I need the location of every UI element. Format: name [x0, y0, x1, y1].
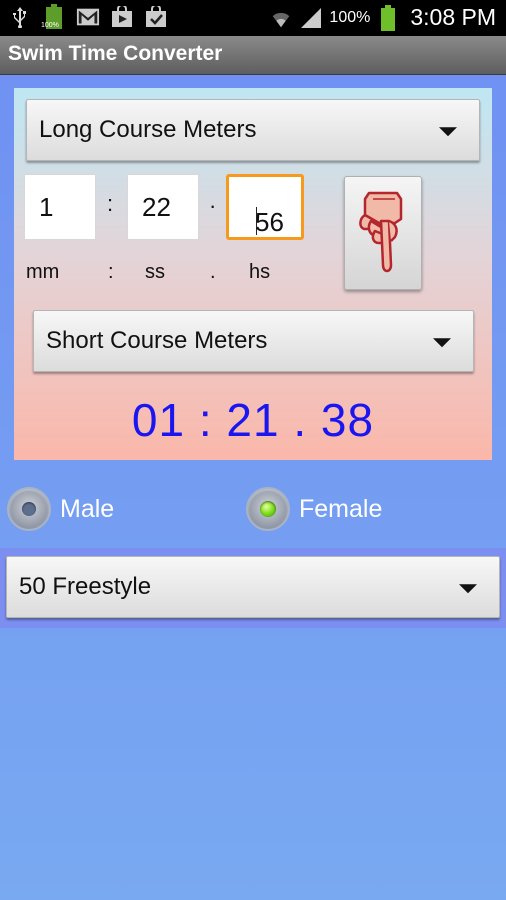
gmail-icon — [76, 5, 100, 29]
converted-time: 01 : 21 . 38 — [131, 394, 375, 446]
hundredths-input[interactable]: 56 — [226, 174, 304, 240]
wifi-icon — [269, 6, 293, 30]
battery-full-icon: 100% — [41, 4, 66, 29]
unit-label-mm: mm — [26, 261, 60, 283]
unit-label-ss: ss — [145, 261, 165, 283]
minutes-value: 1 — [39, 192, 54, 222]
seconds-input[interactable]: 22 — [127, 174, 199, 240]
pointing-hand-down-icon — [359, 191, 403, 273]
to-course-spinner[interactable]: Short Course Meters — [33, 310, 474, 372]
clock: 3:08 PM — [410, 4, 496, 30]
text-caret — [256, 207, 257, 235]
status-bar: 100% 100% 3:08 PM — [0, 0, 506, 36]
female-radio[interactable]: Female — [246, 487, 382, 531]
converter-panel: Long Course Meters 1 : 22 · 56 mm : ss .… — [14, 88, 492, 460]
battery-icon — [376, 4, 400, 31]
unit-label-colon: : — [108, 261, 114, 283]
usb-icon — [8, 5, 32, 29]
male-radio[interactable]: Male — [7, 487, 114, 531]
hundredths-value: 56 — [255, 207, 284, 237]
unit-label-dot: . — [210, 261, 216, 283]
gender-radio-group: Male Female — [0, 485, 506, 541]
app-title: Swim Time Converter — [8, 42, 223, 65]
event-spinner[interactable]: 50 Freestyle — [6, 556, 500, 618]
play-store-icon — [110, 5, 134, 29]
battery-percent: 100% — [329, 8, 371, 26]
event-spinner-container: 50 Freestyle — [0, 548, 506, 628]
male-label: Male — [60, 494, 115, 523]
battery-small-label: 100% — [41, 22, 59, 29]
dropdown-arrow-icon — [459, 584, 477, 594]
convert-button[interactable] — [344, 176, 422, 290]
to-course-value: Short Course Meters — [46, 327, 268, 354]
female-label: Female — [299, 494, 383, 523]
from-course-spinner[interactable]: Long Course Meters — [26, 99, 480, 161]
event-value: 50 Freestyle — [19, 573, 152, 600]
from-course-value: Long Course Meters — [39, 116, 257, 143]
radio-unchecked-icon — [7, 487, 51, 531]
dropdown-arrow-icon — [439, 127, 457, 137]
radio-checked-icon — [246, 487, 290, 531]
action-bar: Swim Time Converter — [0, 36, 506, 75]
minutes-input[interactable]: 1 — [24, 174, 96, 240]
seconds-value: 22 — [142, 192, 171, 222]
colon-separator: : — [107, 191, 114, 216]
dropdown-arrow-icon — [433, 338, 451, 348]
dot-separator: · — [209, 193, 217, 218]
signal-icon — [299, 6, 323, 30]
unit-label-hs: hs — [249, 261, 271, 283]
download-done-icon — [144, 5, 168, 29]
